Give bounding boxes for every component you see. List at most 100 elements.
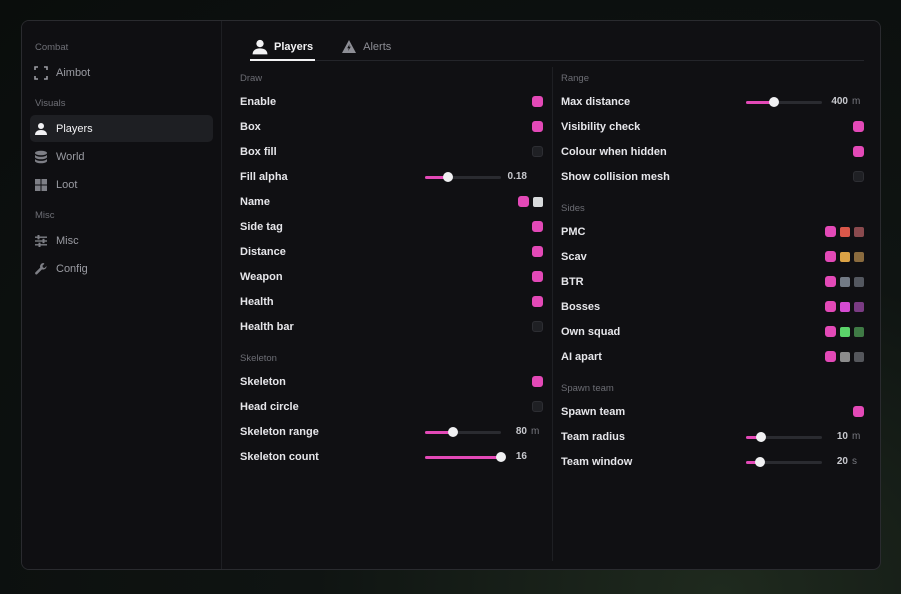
- setting-controls: [821, 244, 864, 269]
- max-distance-slider[interactable]: [746, 96, 822, 108]
- slider-handle[interactable]: [756, 431, 767, 442]
- sidebar-item-world[interactable]: World: [30, 143, 213, 170]
- column-divider: [552, 67, 553, 561]
- weapon-checkbox[interactable]: [532, 271, 543, 282]
- slider-value: 0.18: [507, 171, 527, 182]
- color-swatch[interactable]: [854, 301, 864, 312]
- setting-label: Name: [240, 195, 270, 208]
- health-checkbox[interactable]: [532, 296, 543, 307]
- setting-label: Spawn team: [561, 405, 626, 418]
- sidebar-item-label: Config: [56, 262, 88, 275]
- pmc-checkbox[interactable]: [825, 226, 836, 237]
- color-swatch[interactable]: [854, 276, 864, 287]
- section-title: Spawn team: [561, 383, 614, 394]
- tab-alerts[interactable]: Alerts: [339, 33, 393, 60]
- setting-row-btr: BTR: [561, 269, 865, 294]
- box-fill-checkbox[interactable]: [532, 146, 543, 157]
- color-swatch[interactable]: [840, 326, 850, 337]
- setting-row-distance: Distance: [240, 239, 544, 264]
- color-swatch[interactable]: [840, 301, 850, 312]
- color-swatch[interactable]: [840, 276, 850, 287]
- section-title: Range: [561, 73, 589, 84]
- sliders-icon: [33, 233, 49, 249]
- skeleton-count-slider[interactable]: [425, 451, 506, 463]
- distance-checkbox[interactable]: [532, 246, 543, 257]
- slider-handle[interactable]: [442, 171, 453, 182]
- setting-row-own-squad: Own squad: [561, 319, 865, 344]
- section-title: Sides: [561, 203, 585, 214]
- setting-controls: [849, 114, 864, 139]
- setting-controls: 0.18: [425, 164, 543, 189]
- setting-row-spawn-team: Spawn team: [561, 399, 865, 424]
- skeleton-checkbox[interactable]: [532, 376, 543, 387]
- color-swatch[interactable]: [840, 251, 850, 262]
- slider-handle[interactable]: [496, 451, 506, 462]
- setting-row-visibility-check: Visibility check: [561, 114, 865, 139]
- sidebar-item-aimbot[interactable]: Aimbot: [30, 59, 213, 86]
- name-checkbox[interactable]: [518, 196, 529, 207]
- color-swatch[interactable]: [854, 326, 864, 337]
- setting-row-show-collision-mesh: Show collision mesh: [561, 164, 865, 189]
- setting-controls: [528, 214, 543, 239]
- setting-label: AI apart: [561, 350, 602, 363]
- skeleton-range-slider[interactable]: [425, 426, 501, 438]
- bosses-checkbox[interactable]: [825, 301, 836, 312]
- color-swatch[interactable]: [840, 226, 850, 237]
- spawn-team-checkbox[interactable]: [853, 406, 864, 417]
- setting-controls: [849, 399, 864, 424]
- slider-value: 16: [515, 451, 527, 462]
- setting-label: Box: [240, 120, 261, 133]
- sidebar-item-label: Aimbot: [56, 66, 91, 79]
- left-column: Draw Enable Box Box fill Fill alpha 0.18 Name S…: [240, 69, 544, 469]
- setting-label: Enable: [240, 95, 277, 108]
- color-swatch[interactable]: [854, 351, 864, 362]
- sidebar-item-loot[interactable]: Loot: [30, 171, 213, 198]
- slider-value: 10: [836, 431, 848, 442]
- visibility-check-checkbox[interactable]: [853, 121, 864, 132]
- tab-players[interactable]: Players: [250, 33, 316, 61]
- color-swatch[interactable]: [854, 226, 864, 237]
- setting-controls: 400 m: [746, 89, 864, 114]
- setting-controls: [849, 139, 864, 164]
- setting-row-head-circle: Head circle: [240, 394, 544, 419]
- slider-handle[interactable]: [448, 426, 459, 437]
- setting-label: Health: [240, 295, 274, 308]
- section-title: Skeleton: [240, 353, 277, 364]
- fill-alpha-slider[interactable]: [425, 171, 501, 183]
- box-checkbox[interactable]: [532, 121, 543, 132]
- enable-checkbox[interactable]: [532, 96, 543, 107]
- colour-when-hidden-checkbox[interactable]: [853, 146, 864, 157]
- color-swatch[interactable]: [533, 196, 543, 207]
- color-swatch[interactable]: [854, 251, 864, 262]
- btr-checkbox[interactable]: [825, 276, 836, 287]
- head-circle-checkbox[interactable]: [532, 401, 543, 412]
- own-squad-checkbox[interactable]: [825, 326, 836, 337]
- team-radius-slider[interactable]: [746, 431, 822, 443]
- setting-controls: [528, 314, 543, 339]
- setting-label: Distance: [240, 245, 286, 258]
- slider-handle[interactable]: [769, 96, 780, 107]
- database-icon: [33, 149, 49, 165]
- color-swatch[interactable]: [840, 351, 850, 362]
- sidebar-section-title: Misc: [35, 210, 55, 221]
- sidebar-item-config[interactable]: Config: [30, 255, 213, 282]
- slider-fill: [425, 455, 501, 459]
- setting-controls: [528, 114, 543, 139]
- scav-checkbox[interactable]: [825, 251, 836, 262]
- health-bar-checkbox[interactable]: [532, 321, 543, 332]
- side-tag-checkbox[interactable]: [532, 221, 543, 232]
- setting-controls: [821, 319, 864, 344]
- slider-value: 20: [836, 456, 848, 467]
- slider-handle[interactable]: [754, 456, 765, 467]
- setting-row-skeleton-count: Skeleton count 16: [240, 444, 544, 469]
- ai-apart-checkbox[interactable]: [825, 351, 836, 362]
- main-panel: Players Alerts Draw Enable Box Box fill Fill …: [222, 21, 880, 569]
- sidebar-item-label: World: [56, 150, 85, 163]
- sidebar-item-players[interactable]: Players: [30, 115, 213, 142]
- setting-label: Show collision mesh: [561, 170, 670, 183]
- slider-value: 80: [515, 426, 527, 437]
- show-collision-mesh-checkbox[interactable]: [853, 171, 864, 182]
- team-window-slider[interactable]: [746, 456, 822, 468]
- sidebar-item-misc[interactable]: Misc: [30, 227, 213, 254]
- setting-label: Bosses: [561, 300, 601, 313]
